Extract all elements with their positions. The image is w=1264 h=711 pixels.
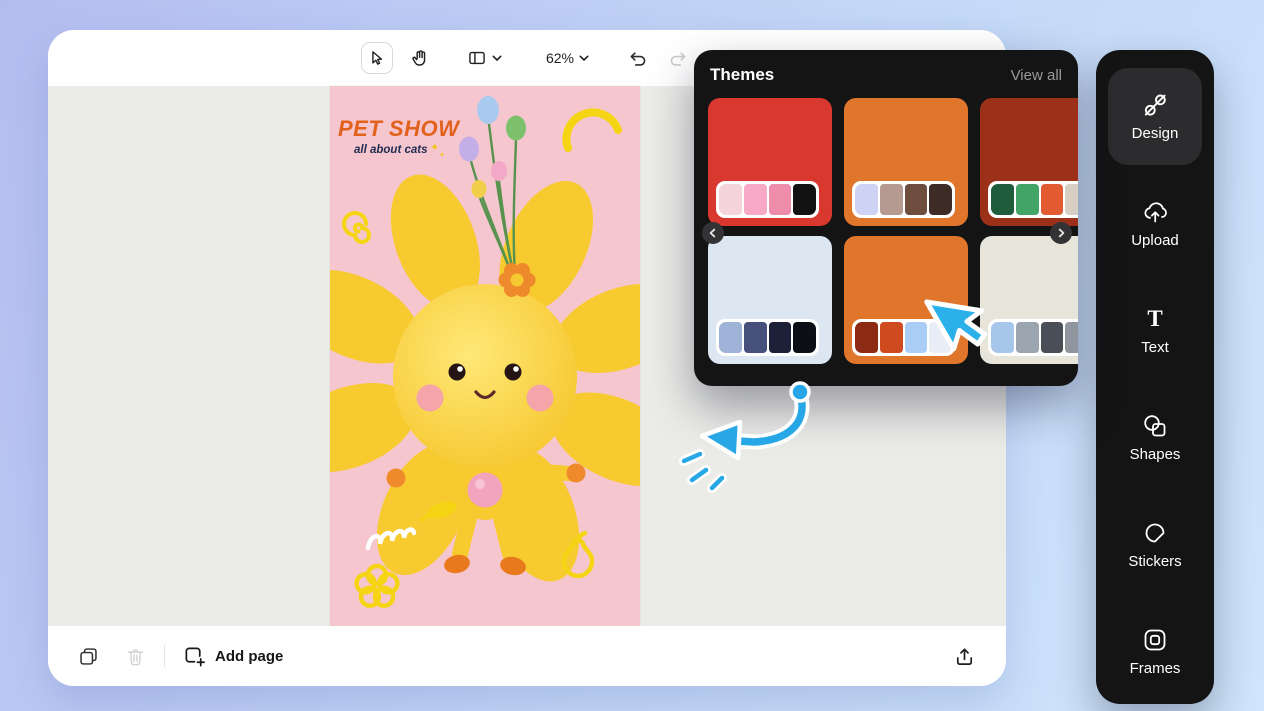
export-button[interactable]	[953, 645, 976, 668]
theme-palette	[988, 181, 1078, 218]
palette-swatch	[991, 322, 1014, 353]
palette-swatch	[855, 184, 878, 215]
sidebar-item-frames[interactable]: Frames	[1108, 603, 1202, 700]
page-controls-bar: Add page	[48, 626, 1006, 686]
sidebar-item-label: Text	[1141, 338, 1169, 356]
theme-card[interactable]	[708, 236, 832, 364]
redo-icon	[668, 48, 689, 69]
undo-button[interactable]	[623, 42, 652, 74]
zoom-value: 62%	[545, 50, 575, 66]
palette-swatch	[743, 322, 767, 353]
hand-tool-button[interactable]	[405, 42, 433, 74]
palette-swatch	[991, 184, 1014, 215]
duplicate-page-icon	[78, 646, 99, 667]
export-icon	[953, 645, 976, 668]
stickers-icon	[1142, 520, 1168, 546]
text-icon: T	[1142, 306, 1168, 332]
sidebar-item-label: Frames	[1129, 659, 1181, 677]
poster-subtitle: all about cats	[354, 144, 428, 156]
themes-prev-button[interactable]	[702, 222, 724, 244]
theme-palette	[988, 319, 1078, 356]
select-tool-button[interactable]	[360, 42, 393, 74]
sun-face	[393, 284, 577, 468]
palette-swatch	[879, 322, 903, 353]
delete-page-button[interactable]	[125, 646, 146, 667]
sidebar-item-shapes[interactable]: Shapes	[1108, 389, 1202, 486]
shapes-icon	[1142, 413, 1168, 439]
sidebar-item-label: Shapes	[1129, 445, 1181, 463]
themes-panel: Themes View all	[694, 50, 1078, 386]
palette-swatch	[768, 322, 792, 353]
poster-illustration: PET SHOW all about cats ✦ ✦	[330, 86, 640, 626]
palette-swatch	[719, 322, 742, 353]
palette-swatch	[1040, 322, 1064, 353]
layout-icon	[467, 48, 487, 68]
hand-icon	[409, 48, 429, 68]
chevron-right-icon	[1055, 227, 1067, 239]
palette-swatch	[904, 322, 928, 353]
theme-palette	[716, 181, 819, 218]
duplicate-page-button[interactable]	[78, 646, 99, 667]
theme-card[interactable]	[844, 236, 968, 364]
chevron-down-icon	[579, 54, 589, 62]
layout-tool-button[interactable]	[463, 42, 506, 74]
redo-button[interactable]	[664, 42, 693, 74]
design-icon	[1142, 92, 1168, 118]
theme-card[interactable]	[708, 98, 832, 226]
upload-icon	[1142, 199, 1168, 225]
sidebar-item-design[interactable]: Design	[1108, 68, 1202, 165]
poster-design[interactable]: PET SHOW all about cats ✦ ✦	[330, 86, 640, 626]
sidebar-item-text[interactable]: T Text	[1108, 282, 1202, 379]
themes-next-button[interactable]	[1050, 222, 1072, 244]
themes-header: Themes View all	[694, 50, 1078, 85]
zoom-dropdown[interactable]: 62%	[542, 42, 593, 74]
svg-text:T: T	[1147, 306, 1162, 331]
palette-swatch	[793, 184, 816, 215]
sparkle-icon: ✦	[430, 142, 439, 154]
tools-sidebar: Design Upload T Text Shapes Stickers Fra…	[1096, 50, 1214, 704]
sparkle-icon: ✦	[439, 151, 445, 159]
theme-card[interactable]	[844, 98, 968, 226]
theme-card[interactable]	[980, 236, 1078, 364]
sidebar-item-label: Upload	[1131, 231, 1179, 249]
sidebar-item-label: Stickers	[1128, 552, 1182, 570]
palette-swatch	[855, 322, 878, 353]
palette-swatch	[1065, 184, 1078, 215]
themes-title: Themes	[710, 65, 775, 84]
palette-swatch	[1065, 322, 1078, 353]
sidebar-item-stickers[interactable]: Stickers	[1108, 496, 1202, 593]
add-page-label: Add page	[215, 647, 284, 665]
add-page-button[interactable]: Add page	[183, 645, 283, 668]
divider	[164, 645, 165, 667]
chevron-down-icon	[492, 54, 502, 62]
themes-view-all-link[interactable]: View all	[1011, 67, 1062, 84]
select-cursor-icon	[368, 49, 386, 67]
palette-swatch	[929, 322, 952, 353]
themes-grid	[708, 98, 1078, 364]
add-page-icon	[183, 645, 206, 668]
theme-palette	[716, 319, 819, 356]
palette-swatch	[879, 184, 903, 215]
palette-swatch	[929, 184, 952, 215]
palette-swatch	[904, 184, 928, 215]
undo-icon	[627, 48, 648, 69]
theme-palette	[852, 181, 955, 218]
sidebar-item-upload[interactable]: Upload	[1108, 175, 1202, 272]
trash-icon	[125, 646, 146, 667]
chevron-left-icon	[707, 227, 719, 239]
theme-card[interactable]	[980, 98, 1078, 226]
palette-swatch	[743, 184, 767, 215]
sidebar-item-label: Design	[1131, 124, 1179, 142]
palette-swatch	[1040, 184, 1064, 215]
theme-palette	[852, 319, 955, 356]
palette-swatch	[1015, 184, 1039, 215]
palette-swatch	[1015, 322, 1039, 353]
palette-swatch	[719, 184, 742, 215]
palette-swatch	[768, 184, 792, 215]
poster-title: PET SHOW	[338, 116, 461, 141]
palette-swatch	[793, 322, 816, 353]
frames-icon	[1142, 627, 1168, 653]
